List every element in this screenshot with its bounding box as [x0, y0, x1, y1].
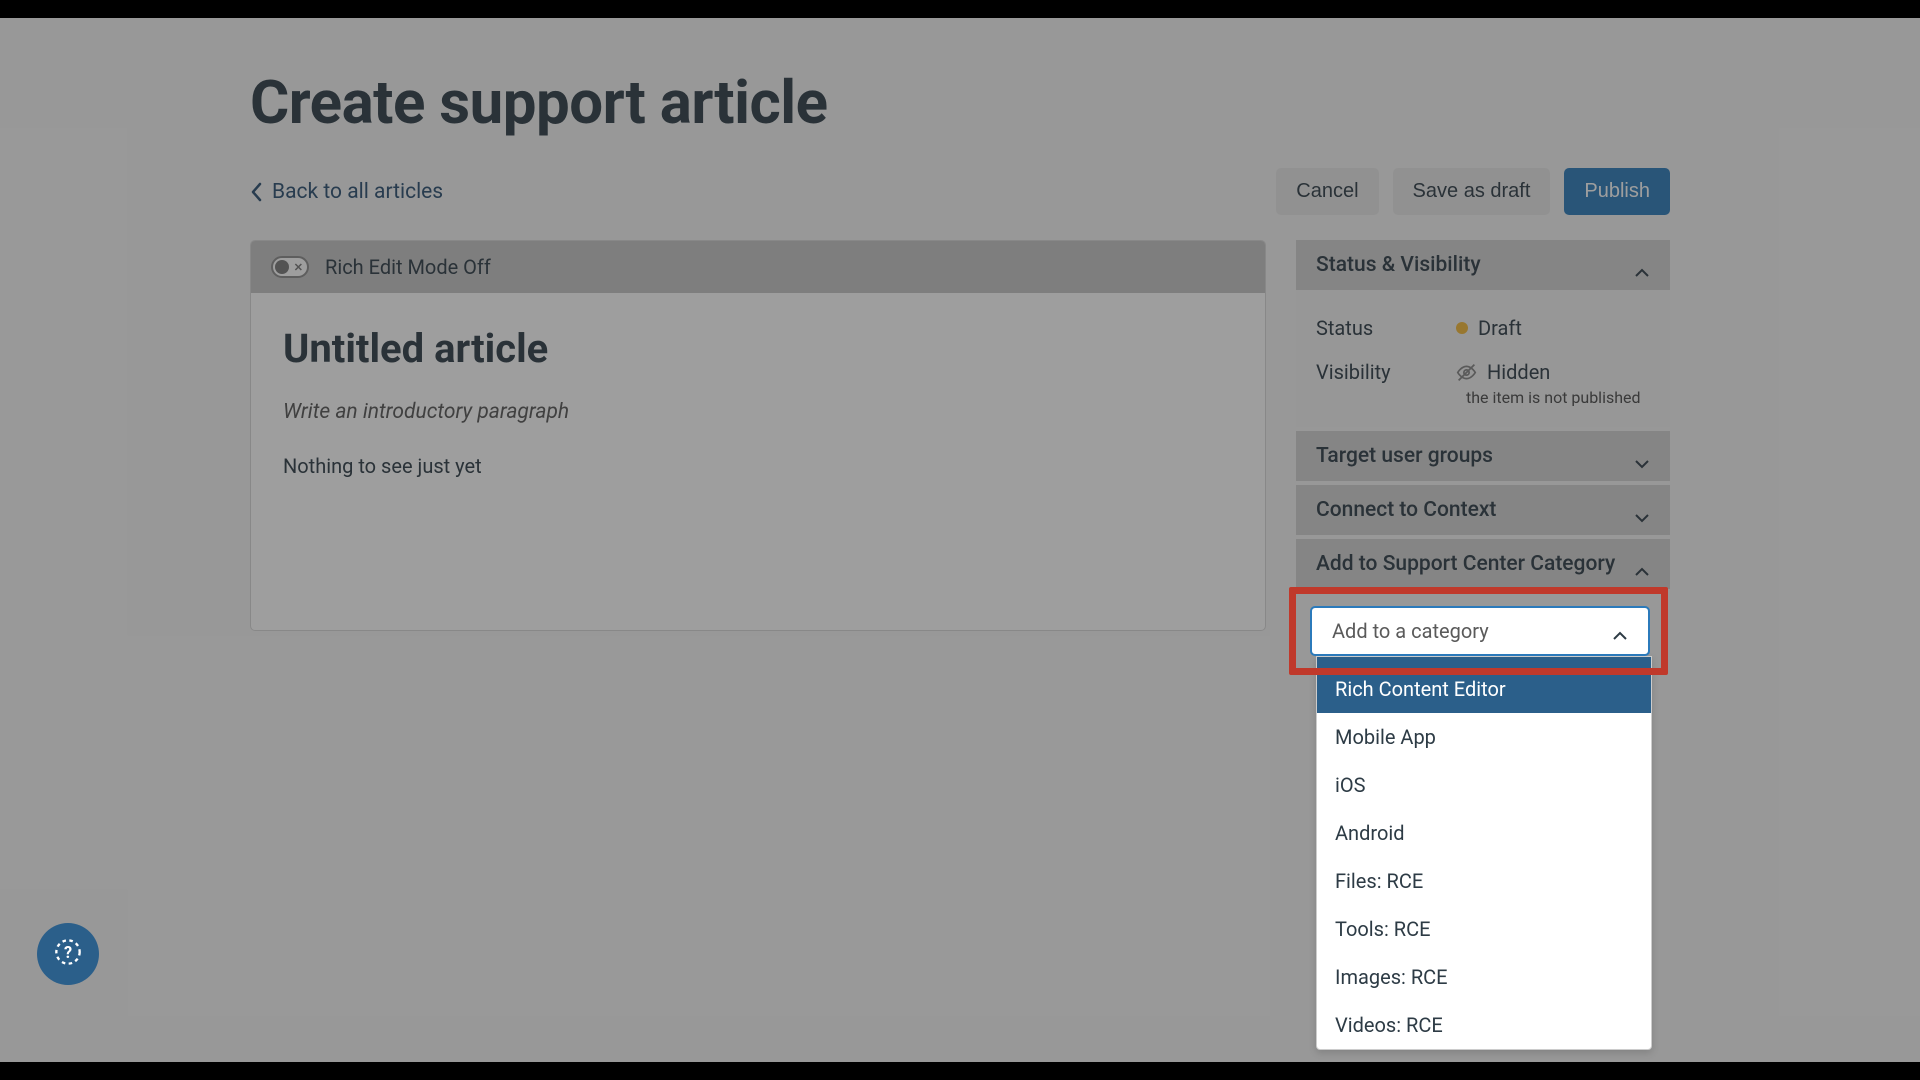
- status-value-text: Draft: [1478, 316, 1522, 340]
- status-dot-icon: [1456, 322, 1468, 334]
- save-draft-button[interactable]: Save as draft: [1393, 168, 1551, 215]
- target-user-groups-panel[interactable]: Target user groups: [1296, 431, 1670, 481]
- category-dropdown: Rich Content Editor Mobile App iOS Andro…: [1316, 656, 1652, 1050]
- letterbox-top: [0, 0, 1920, 18]
- hidden-icon: [1456, 362, 1477, 383]
- article-body-input[interactable]: Nothing to see just yet: [283, 454, 1233, 478]
- toggle-x-icon: ✕: [294, 261, 303, 274]
- rich-edit-label: Rich Edit Mode Off: [325, 255, 491, 279]
- chevron-up-icon: [1634, 559, 1650, 569]
- page-title: Create support article: [250, 67, 1670, 138]
- visibility-value-text: Hidden: [1487, 360, 1550, 384]
- toggle-knob: [275, 260, 289, 274]
- category-option[interactable]: Videos: RCE: [1317, 1001, 1651, 1049]
- visibility-label: Visibility: [1316, 360, 1456, 384]
- category-select-placeholder: Add to a category: [1332, 619, 1489, 643]
- content-wrapper: Create support article Back to all artic…: [250, 67, 1670, 631]
- status-visibility-body: Status Draft Visibility: [1296, 290, 1670, 427]
- app-frame: Create support article Back to all artic…: [0, 18, 1920, 1062]
- article-title-input[interactable]: Untitled article: [283, 325, 1233, 372]
- connect-to-context-label: Connect to Context: [1316, 498, 1496, 522]
- status-row: Status Draft: [1316, 306, 1650, 350]
- help-icon: ?: [54, 938, 82, 970]
- back-to-articles-link[interactable]: Back to all articles: [250, 180, 443, 204]
- sidebar: Status & Visibility Status Draft: [1296, 240, 1670, 589]
- chevron-left-icon: [250, 182, 262, 202]
- status-label: Status: [1316, 316, 1456, 340]
- status-visibility-panel: Status & Visibility Status Draft: [1296, 240, 1670, 427]
- visibility-note: the item is not published: [1466, 388, 1650, 407]
- category-option[interactable]: Android: [1317, 809, 1651, 857]
- connect-to-context-panel[interactable]: Connect to Context: [1296, 485, 1670, 535]
- chevron-up-icon: [1612, 626, 1628, 636]
- intro-paragraph-input[interactable]: Write an introductory paragraph: [283, 400, 1233, 424]
- help-fab-button[interactable]: ?: [37, 923, 99, 985]
- letterbox-bottom: [0, 1062, 1920, 1080]
- category-option[interactable]: Files: RCE: [1317, 857, 1651, 905]
- status-value: Draft: [1456, 316, 1650, 340]
- visibility-value: Hidden: [1456, 360, 1650, 384]
- add-to-category-header[interactable]: Add to Support Center Category: [1296, 539, 1670, 589]
- chevron-down-icon: [1634, 505, 1650, 515]
- category-option[interactable]: Mobile App: [1317, 713, 1651, 761]
- category-option[interactable]: Rich Content Editor: [1317, 657, 1651, 713]
- editor-column: ✕ Rich Edit Mode Off Untitled article Wr…: [250, 240, 1266, 631]
- back-link-label: Back to all articles: [272, 180, 443, 204]
- editor-body: Untitled article Write an introductory p…: [251, 293, 1265, 630]
- top-bar: Back to all articles Cancel Save as draf…: [250, 168, 1670, 215]
- cancel-button[interactable]: Cancel: [1276, 168, 1378, 215]
- category-option[interactable]: Tools: RCE: [1317, 905, 1651, 953]
- category-option[interactable]: iOS: [1317, 761, 1651, 809]
- target-user-groups-label: Target user groups: [1316, 444, 1493, 468]
- svg-text:?: ?: [64, 943, 72, 962]
- category-select[interactable]: Add to a category: [1310, 606, 1650, 656]
- status-visibility-header[interactable]: Status & Visibility: [1296, 240, 1670, 290]
- chevron-down-icon: [1634, 451, 1650, 461]
- action-buttons: Cancel Save as draft Publish: [1276, 168, 1670, 215]
- editor-toolbar: ✕ Rich Edit Mode Off: [251, 241, 1265, 293]
- rich-edit-toggle[interactable]: ✕: [271, 256, 309, 278]
- publish-button[interactable]: Publish: [1564, 168, 1670, 215]
- chevron-up-icon: [1634, 260, 1650, 270]
- status-visibility-header-label: Status & Visibility: [1316, 253, 1481, 277]
- add-to-category-label: Add to Support Center Category: [1316, 552, 1615, 576]
- category-option[interactable]: Images: RCE: [1317, 953, 1651, 1001]
- main-columns: ✕ Rich Edit Mode Off Untitled article Wr…: [250, 240, 1670, 631]
